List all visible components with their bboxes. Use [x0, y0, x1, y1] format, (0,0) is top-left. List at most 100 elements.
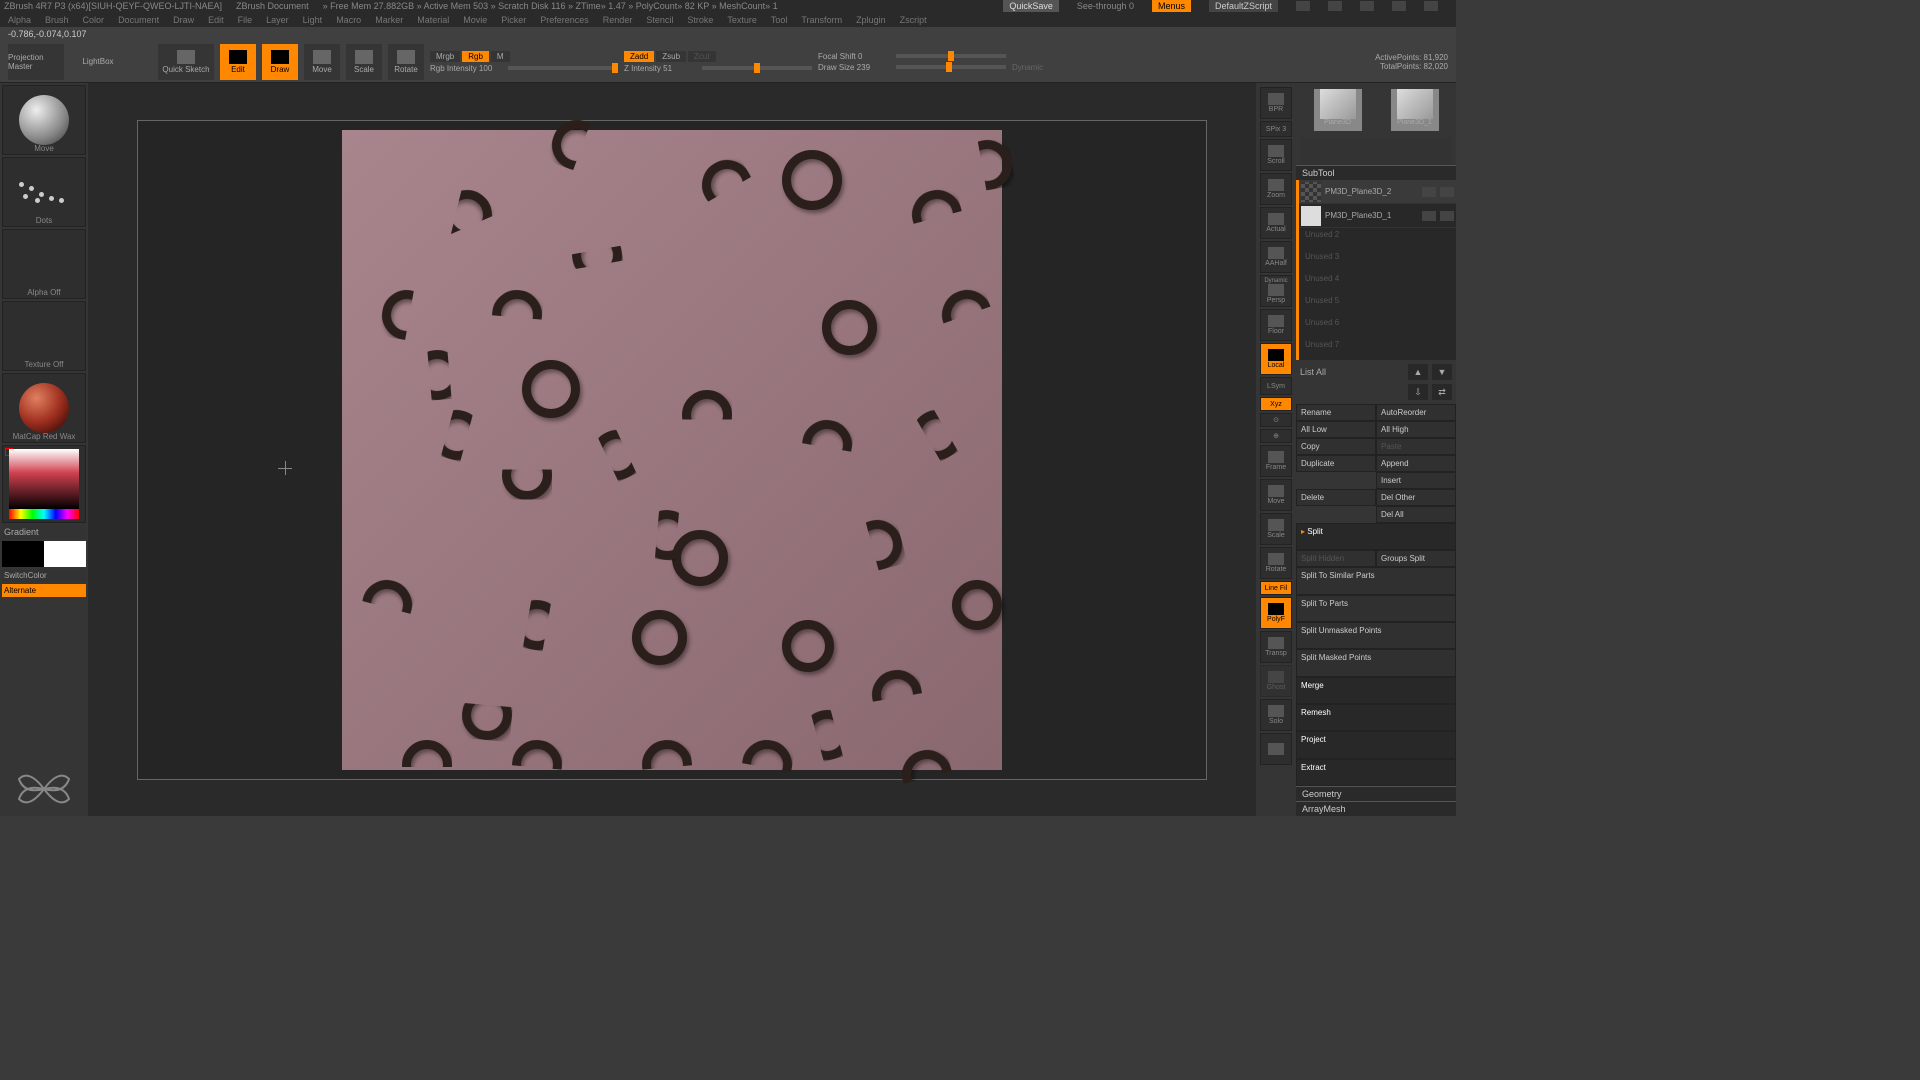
menu-color[interactable]: Color [83, 15, 105, 25]
menu-texture[interactable]: Texture [727, 15, 757, 25]
lsym-button[interactable]: LSym [1260, 377, 1292, 395]
material-selector[interactable]: MatCap Red Wax [2, 373, 86, 443]
menu-alpha[interactable]: Alpha [8, 15, 31, 25]
swap-icon[interactable]: ⇄ [1432, 384, 1452, 400]
merge-header[interactable]: Merge [1296, 677, 1456, 704]
append-button[interactable]: Append [1376, 455, 1456, 472]
focal-shift-slider[interactable]: Focal Shift 0 [818, 52, 1043, 61]
expand-icon[interactable]: ⊕ [1260, 429, 1292, 443]
color-picker[interactable] [2, 445, 86, 523]
stroke-selector[interactable]: Dots [2, 157, 86, 227]
geometry-header[interactable]: Geometry [1296, 786, 1456, 801]
menu-zplugin[interactable]: Zplugin [856, 15, 886, 25]
polypaint-toggle-icon[interactable] [1440, 187, 1454, 197]
split-hidden-button[interactable]: Split Hidden [1296, 550, 1376, 567]
nav-scale-button[interactable]: Scale [1260, 513, 1292, 545]
menus-toggle[interactable]: Menus [1152, 0, 1191, 12]
primary-color-swatch[interactable] [44, 541, 86, 567]
split-similar-button[interactable]: Split To Similar Parts [1296, 567, 1456, 594]
draw-button[interactable]: Draw [262, 44, 298, 80]
seethrough-slider[interactable]: See-through 0 [1077, 1, 1134, 11]
defaultscript-button[interactable]: DefaultZScript [1209, 0, 1278, 12]
nav-move-button[interactable]: Move [1260, 479, 1292, 511]
project-header[interactable]: Project [1296, 731, 1456, 758]
nav-rotate-button[interactable]: Rotate [1260, 547, 1292, 579]
visibility-toggle-icon[interactable] [1422, 187, 1436, 197]
visibility-toggle-icon[interactable] [1422, 211, 1436, 221]
split-header[interactable]: ▸ Split [1296, 523, 1456, 550]
rotate-button[interactable]: Rotate [388, 44, 424, 80]
mrgb-button[interactable]: Mrgb [430, 51, 460, 62]
subtool-item-0[interactable]: PM3D_Plane3D_2 [1299, 180, 1456, 204]
menu-document[interactable]: Document [118, 15, 159, 25]
menu-macro[interactable]: Macro [336, 15, 361, 25]
del-all-button[interactable]: Del All [1376, 506, 1456, 523]
menu-marker[interactable]: Marker [375, 15, 403, 25]
window-button-2[interactable] [1328, 1, 1342, 11]
zoom-button[interactable]: Zoom [1260, 173, 1292, 205]
menu-brush[interactable]: Brush [45, 15, 69, 25]
split-parts-button[interactable]: Split To Parts [1296, 595, 1456, 622]
menu-stencil[interactable]: Stencil [646, 15, 673, 25]
window-close[interactable] [1424, 1, 1438, 11]
window-button-4[interactable] [1392, 1, 1406, 11]
menu-picker[interactable]: Picker [501, 15, 526, 25]
transp-button[interactable]: Transp [1260, 631, 1292, 663]
local-button[interactable]: Local [1260, 343, 1292, 375]
linefill-button[interactable]: Line Fil [1260, 581, 1292, 595]
actual-button[interactable]: Actual [1260, 207, 1292, 239]
ghost-button[interactable]: Ghost [1260, 665, 1292, 697]
del-other-button[interactable]: Del Other [1376, 489, 1456, 506]
xyz-button[interactable]: Xyz [1260, 397, 1292, 411]
menu-tool[interactable]: Tool [771, 15, 788, 25]
spix-slider[interactable]: SPix 3 [1260, 121, 1292, 137]
menu-material[interactable]: Material [417, 15, 449, 25]
paste-button[interactable]: Paste [1376, 438, 1456, 455]
alternate-button[interactable]: Alternate [2, 584, 86, 597]
menu-light[interactable]: Light [303, 15, 323, 25]
frame-button[interactable]: Frame [1260, 445, 1292, 477]
gradient-button[interactable]: Gradient [2, 525, 86, 539]
arrow-down-icon[interactable]: ⇩ [1408, 384, 1428, 400]
zadd-button[interactable]: Zadd [624, 51, 654, 62]
list-all-button[interactable]: List All [1300, 367, 1404, 377]
all-high-button[interactable]: All High [1376, 421, 1456, 438]
edit-button[interactable]: Edit [220, 44, 256, 80]
quicksketch-button[interactable]: Quick Sketch [158, 44, 214, 80]
polyf-button[interactable]: PolyF [1260, 597, 1292, 629]
move-down-icon[interactable]: ▼ [1432, 364, 1452, 380]
brush-selector[interactable]: Move [2, 85, 86, 155]
menu-file[interactable]: File [238, 15, 253, 25]
projection-master-button[interactable]: Projection Master [8, 44, 64, 80]
bpr-button[interactable]: BPR [1260, 87, 1292, 119]
tool-thumb-1[interactable]: Plane3D [1314, 89, 1362, 131]
center-icon[interactable]: ⊙ [1260, 413, 1292, 427]
menu-movie[interactable]: Movie [463, 15, 487, 25]
zsub-button[interactable]: Zsub [656, 51, 686, 62]
window-button-3[interactable] [1360, 1, 1374, 11]
duplicate-button[interactable]: Duplicate [1296, 455, 1376, 472]
z-intensity-slider[interactable]: Z Intensity 51 [624, 64, 812, 73]
menu-edit[interactable]: Edit [208, 15, 224, 25]
alpha-selector[interactable]: Alpha Off [2, 229, 86, 299]
menu-zscript[interactable]: Zscript [900, 15, 927, 25]
menu-preferences[interactable]: Preferences [540, 15, 589, 25]
delete-button[interactable]: Delete [1296, 489, 1376, 506]
rgb-button[interactable]: Rgb [462, 51, 489, 62]
solo-button[interactable]: Solo [1260, 699, 1292, 731]
texture-selector[interactable]: Texture Off [2, 301, 86, 371]
insert-button[interactable]: Insert [1376, 472, 1456, 489]
rgb-intensity-slider[interactable]: Rgb Intensity 100 [430, 64, 618, 73]
menu-render[interactable]: Render [603, 15, 633, 25]
menu-transform[interactable]: Transform [801, 15, 842, 25]
m-button[interactable]: M [491, 51, 510, 62]
window-button-1[interactable] [1296, 1, 1310, 11]
move-button[interactable]: Move [304, 44, 340, 80]
floor-button[interactable]: Floor [1260, 309, 1292, 341]
split-masked-button[interactable]: Split Masked Points [1296, 649, 1456, 676]
menu-stroke[interactable]: Stroke [687, 15, 713, 25]
scale-button[interactable]: Scale [346, 44, 382, 80]
extract-header[interactable]: Extract [1296, 759, 1456, 786]
tool-selector[interactable] [1300, 137, 1452, 165]
tool-thumb-2[interactable]: Plane3D_1 [1391, 89, 1439, 131]
